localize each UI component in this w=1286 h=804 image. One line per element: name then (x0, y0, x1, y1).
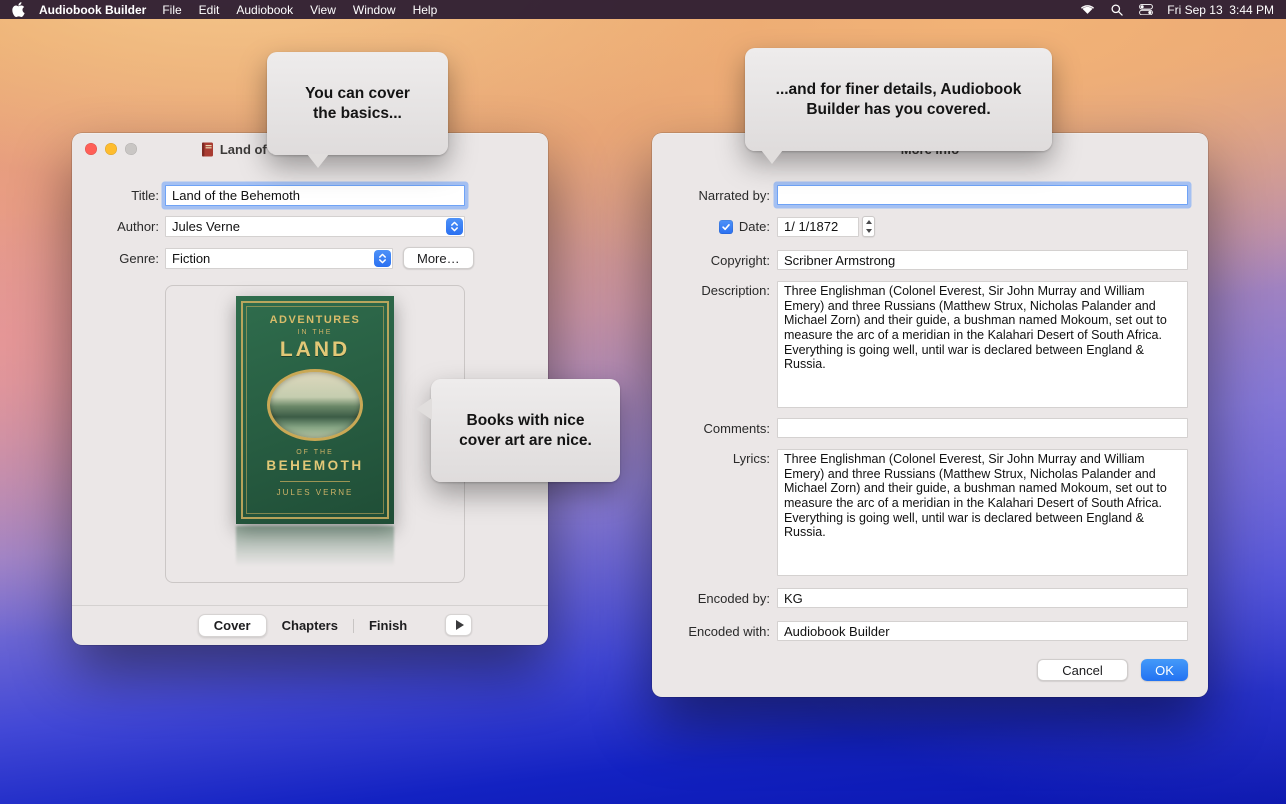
book-cover-reflection (236, 526, 394, 566)
search-icon[interactable] (1109, 3, 1124, 16)
title-row: Title: (72, 185, 548, 206)
chevron-up-down-icon (450, 220, 459, 233)
more-button[interactable]: More… (403, 247, 474, 269)
copyright-input[interactable] (777, 250, 1188, 270)
control-center-icon[interactable] (1138, 3, 1153, 16)
callout-finer-text: ...and for finer details, Audiobook Buil… (776, 81, 1022, 118)
callout-cover-art-tail (416, 398, 432, 420)
book-cover-rule (280, 481, 350, 482)
more-info-window: More Info Narrated by: Date: Copyright: (652, 133, 1208, 697)
date-row: Date: (652, 216, 1188, 237)
title-label: Title: (72, 188, 159, 203)
play-icon (456, 620, 464, 630)
genre-popup-button[interactable] (374, 250, 391, 267)
close-button[interactable] (85, 143, 97, 155)
menu-window[interactable]: Window (353, 3, 396, 17)
comments-label: Comments: (652, 421, 770, 436)
book-cover-title-top: ADVENTURES (270, 314, 361, 326)
description-label: Description: (652, 281, 770, 298)
menu-help[interactable]: Help (413, 3, 438, 17)
cover-art-well[interactable]: ADVENTURES IN THE LAND OF THE BEHEMOTH J… (165, 285, 465, 583)
callout-cover-art-text: Books with nice cover art are nice. (459, 412, 592, 449)
date-input[interactable] (777, 217, 859, 237)
menubar-app-name[interactable]: Audiobook Builder (39, 3, 146, 17)
comments-row: Comments: (652, 418, 1188, 438)
genre-input[interactable] (165, 248, 393, 269)
tab-chapters[interactable]: Chapters (267, 615, 353, 636)
narrated-row: Narrated by: (652, 185, 1188, 205)
callout-finer: ...and for finer details, Audiobook Buil… (745, 48, 1052, 151)
encoded-with-row: Encoded with: (652, 621, 1188, 641)
encoded-by-label: Encoded by: (652, 591, 770, 606)
description-textarea[interactable]: Three Englishman (Colonel Everest, Sir J… (777, 281, 1188, 408)
tab-cover[interactable]: Cover (198, 614, 267, 637)
stepper-up-button[interactable] (863, 217, 874, 227)
stepper-down-button[interactable] (863, 227, 874, 237)
book-cover: ADVENTURES IN THE LAND OF THE BEHEMOTH J… (236, 296, 394, 524)
genre-label: Genre: (72, 251, 159, 266)
wifi-icon[interactable] (1080, 3, 1095, 16)
book-cover-in-the: IN THE (298, 329, 333, 336)
date-stepper[interactable] (862, 216, 875, 237)
book-cover-land: LAND (280, 338, 350, 362)
encoded-with-input[interactable] (777, 621, 1188, 641)
tab-finish[interactable]: Finish (354, 615, 422, 636)
section-segmented-control: Cover Chapters Finish (198, 614, 423, 637)
menu-view[interactable]: View (310, 3, 336, 17)
traffic-lights (85, 143, 137, 155)
author-label: Author: (72, 219, 159, 234)
callout-basics: You can cover the basics... (267, 52, 448, 155)
genre-popup[interactable] (165, 248, 393, 269)
description-row: Description: Three Englishman (Colonel E… (652, 281, 1188, 408)
lyrics-textarea[interactable]: Three Englishman (Colonel Everest, Sir J… (777, 449, 1188, 576)
chevron-up-down-icon (378, 252, 387, 265)
author-row: Author: (72, 216, 548, 237)
callout-basics-text: You can cover the basics... (305, 85, 410, 122)
title-input[interactable] (165, 185, 465, 206)
date-label: Date: (739, 219, 770, 234)
menu-audiobook[interactable]: Audiobook (236, 3, 293, 17)
lyrics-row: Lyrics: Three Englishman (Colonel Everes… (652, 449, 1188, 576)
book-cover-author: JULES VERNE (277, 488, 354, 497)
menu-file[interactable]: File (162, 3, 181, 17)
date-checkbox[interactable] (719, 220, 733, 234)
encoded-with-label: Encoded with: (652, 624, 770, 639)
callout-cover-art: Books with nice cover art are nice. (431, 379, 620, 482)
zoom-button[interactable] (125, 143, 137, 155)
cancel-button[interactable]: Cancel (1037, 659, 1128, 681)
copyright-row: Copyright: (652, 250, 1188, 270)
encoded-by-row: Encoded by: (652, 588, 1188, 608)
arrow-down-icon (866, 229, 872, 233)
ok-button[interactable]: OK (1141, 659, 1188, 681)
copyright-label: Copyright: (652, 253, 770, 268)
narrated-label: Narrated by: (652, 188, 770, 203)
callout-basics-tail (307, 154, 329, 168)
menu-bar: Audiobook Builder File Edit Audiobook Vi… (0, 0, 1286, 19)
book-cover-illustration (267, 369, 363, 441)
author-input[interactable] (165, 216, 465, 237)
main-window-toolbar: Cover Chapters Finish (72, 605, 548, 645)
play-button[interactable] (445, 614, 472, 636)
apple-menu-icon[interactable] (12, 3, 25, 17)
author-combo-button[interactable] (446, 218, 463, 235)
menubar-clock[interactable]: Fri Sep 13 3:44 PM (1167, 3, 1274, 17)
checkmark-icon (721, 222, 731, 232)
book-cover-behemoth: BEHEMOTH (266, 458, 363, 473)
comments-input[interactable] (777, 418, 1188, 438)
book-cover-of-the: OF THE (296, 449, 334, 456)
genre-row: Genre: More… (72, 247, 548, 269)
dialog-buttons: Cancel OK (652, 659, 1188, 681)
minimize-button[interactable] (105, 143, 117, 155)
encoded-by-input[interactable] (777, 588, 1188, 608)
document-icon (201, 142, 214, 157)
narrated-input[interactable] (777, 185, 1188, 205)
author-combobox[interactable] (165, 216, 465, 237)
lyrics-label: Lyrics: (652, 449, 770, 466)
callout-finer-tail (761, 150, 783, 164)
menu-edit[interactable]: Edit (199, 3, 220, 17)
arrow-up-icon (866, 220, 872, 224)
